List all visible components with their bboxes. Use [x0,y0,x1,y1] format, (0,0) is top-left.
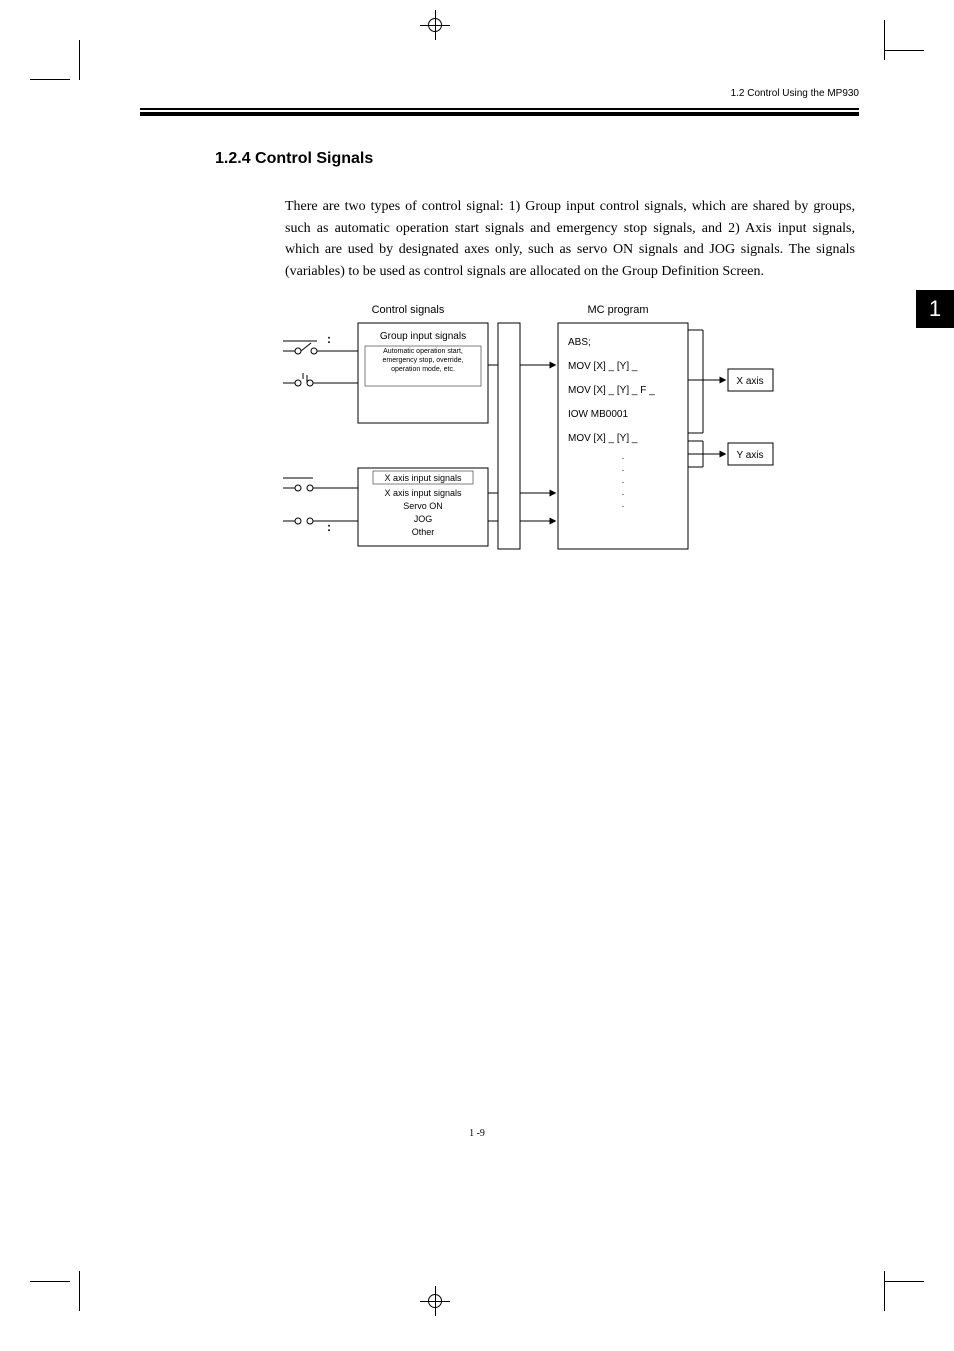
registration-mark-bottom [420,1286,450,1316]
group-input-signals-desc: Automatic operation start, emergency sto… [367,347,479,374]
diagram-right-header: MC program [587,304,648,316]
mc-line-4: MOV [X] _ [Y] _ [568,433,638,444]
svg-text:·: · [622,477,625,487]
control-signals-diagram: Control signals MC program Group input s… [283,303,785,563]
crop-mark-bl [30,1271,80,1321]
page: 1.2 Control Using the MP930 1 1.2.4 Cont… [0,0,954,1351]
crop-mark-br [874,1271,924,1321]
svg-text::: : [327,332,331,346]
axis-box-line2: X axis input signals [384,488,462,498]
switch-icon [283,373,358,386]
svg-text:·: · [622,489,625,499]
running-header: 1.2 Control Using the MP930 [731,88,859,99]
section-heading: 1.2.4 Control Signals [215,150,373,168]
mc-line-0: ABS; [568,337,591,348]
chapter-tab: 1 [916,290,954,328]
mc-line-2: MOV [X] _ [Y] _ F _ [568,385,655,396]
mc-line-1: MOV [X] _ [Y] _ [568,361,638,372]
group-input-signals-title: Group input signals [380,331,466,342]
mc-line-3: IOW MB0001 [568,409,628,420]
output-y-axis: Y axis [736,450,763,461]
axis-box-line5: Other [412,527,435,537]
diagram-left-header: Control signals [372,304,445,316]
axis-box-line3: Servo ON [403,501,443,511]
crop-mark-tr [874,10,924,60]
switch-icon [283,341,358,354]
header-rule [140,108,859,113]
output-x-axis: X axis [736,376,763,387]
svg-text:·: · [622,453,625,463]
switch-icon [283,478,358,491]
body-paragraph: There are two types of control signal: 1… [285,196,855,283]
crop-mark-tl [30,30,80,80]
page-number: 1 -9 [0,1128,954,1139]
registration-mark-top [420,10,450,40]
axis-box-title: X axis input signals [384,473,462,483]
svg-text::: : [327,520,331,534]
axis-box-line4: JOG [414,514,433,524]
svg-text:·: · [622,501,625,511]
switch-icon [283,518,358,524]
svg-text:·: · [622,465,625,475]
